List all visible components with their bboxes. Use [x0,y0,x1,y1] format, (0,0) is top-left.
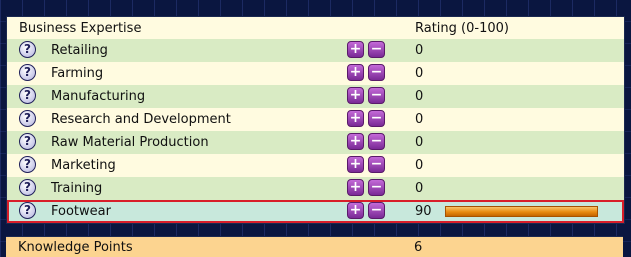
help-icon[interactable]: ? [19,156,36,173]
decrease-button[interactable]: − [368,156,385,173]
rating-value: 0 [415,43,424,58]
increase-button[interactable]: + [347,156,364,173]
expertise-label: Raw Material Production [51,135,209,150]
help-icon[interactable]: ? [19,202,36,219]
table-row[interactable]: ? Research and Development + − 0 [7,108,624,131]
decrease-button[interactable]: − [368,133,385,150]
decrease-button[interactable]: − [368,179,385,196]
increase-button[interactable]: + [347,64,364,81]
rating-value: 0 [415,89,424,104]
expertise-column-header: Business Expertise [19,21,142,36]
increase-button[interactable]: + [347,202,364,219]
expertise-label: Footwear [51,204,111,219]
table-row[interactable]: ? Raw Material Production + − 0 [7,131,624,154]
rating-value: 0 [415,135,424,150]
help-icon[interactable]: ? [19,64,36,81]
help-icon[interactable]: ? [19,110,36,127]
increase-button[interactable]: + [347,41,364,58]
help-icon[interactable]: ? [19,87,36,104]
help-icon[interactable]: ? [19,133,36,150]
increase-button[interactable]: + [347,87,364,104]
decrease-button[interactable]: − [368,202,385,219]
knowledge-points-label: Knowledge Points [18,240,133,255]
expertise-label: Farming [51,66,104,81]
rating-bar [445,206,598,217]
rating-value: 0 [415,66,424,81]
table-row[interactable]: ? Retailing + − 0 [7,39,624,62]
decrease-button[interactable]: − [368,110,385,127]
expertise-label: Research and Development [51,112,231,127]
help-icon[interactable]: ? [19,179,36,196]
knowledge-points-row: Knowledge Points 6 [6,236,623,257]
decrease-button[interactable]: − [368,64,385,81]
rating-value: 0 [415,181,424,196]
rating-value: 0 [415,112,424,127]
increase-button[interactable]: + [347,110,364,127]
increase-button[interactable]: + [347,133,364,150]
knowledge-points-value: 6 [414,240,423,255]
expertise-label: Retailing [51,43,108,58]
expertise-label: Marketing [51,158,116,173]
table-row[interactable]: ? Training + − 0 [7,177,624,200]
table-row[interactable]: ? Farming + − 0 [7,62,624,85]
expertise-panel: Business Expertise Rating (0-100) ? Reta… [6,16,625,224]
table-header: Business Expertise Rating (0-100) [7,17,624,39]
decrease-button[interactable]: − [368,87,385,104]
table-row-selected[interactable]: ? Footwear + − 90 [7,200,624,223]
table-row[interactable]: ? Manufacturing + − 0 [7,85,624,108]
rating-value: 90 [415,204,432,219]
table-row[interactable]: ? Marketing + − 0 [7,154,624,177]
decrease-button[interactable]: − [368,41,385,58]
rating-column-header: Rating (0-100) [415,21,509,36]
expertise-label: Training [51,181,103,196]
rating-value: 0 [415,158,424,173]
help-icon[interactable]: ? [19,41,36,58]
increase-button[interactable]: + [347,179,364,196]
expertise-label: Manufacturing [51,89,146,104]
